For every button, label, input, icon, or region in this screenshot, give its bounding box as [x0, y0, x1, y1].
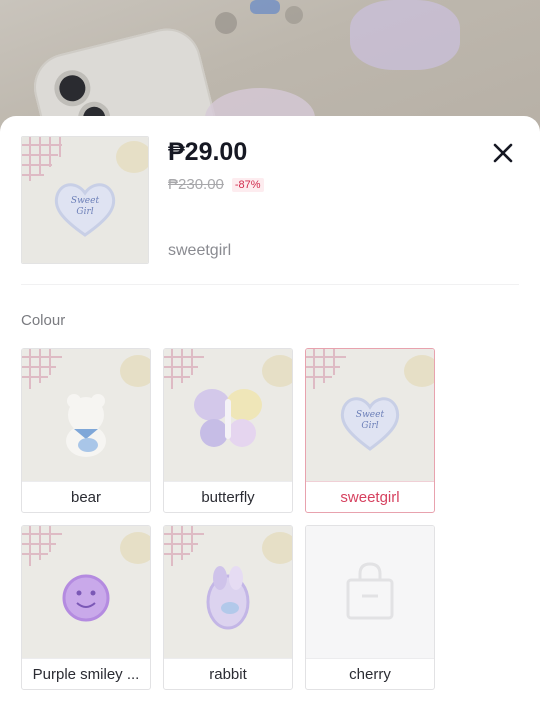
discount-badge: -87% [231, 177, 264, 192]
variant-option-cherry[interactable]: cherry [305, 525, 435, 690]
sale-price: ₱29.00 [168, 138, 248, 166]
variant-option-sweetgirl[interactable]: Sweet Girl sweetgirl [305, 348, 435, 513]
variant-image-butterfly [164, 349, 292, 481]
colour-section-label: Colour [21, 312, 66, 329]
variant-label: Purple smiley ... [22, 658, 150, 689]
original-price: ₱230.00 [168, 176, 224, 193]
variant-label: rabbit [164, 658, 292, 689]
variant-option-bear[interactable]: bear [21, 348, 151, 513]
svg-text:Sweet: Sweet [71, 196, 100, 206]
svg-text:Girl: Girl [361, 421, 378, 431]
svg-text:Girl: Girl [76, 207, 93, 217]
divider [21, 284, 519, 285]
close-icon[interactable] [488, 138, 518, 168]
variant-image-placeholder [306, 526, 434, 658]
shopping-bag-icon [306, 526, 434, 658]
sheet-header: Sweet Girl ₱29.00 ₱230.00 -87% sweetgirl [0, 116, 540, 286]
variant-label: sweetgirl [306, 481, 434, 512]
selected-variant-name: sweetgirl [168, 242, 232, 259]
variant-option-purple-smiley[interactable]: Purple smiley ... [21, 525, 151, 690]
variant-label: cherry [306, 658, 434, 689]
variant-label: butterfly [164, 481, 292, 512]
variant-image-purple-smiley [22, 526, 150, 658]
variant-image-rabbit [164, 526, 292, 658]
variant-option-rabbit[interactable]: rabbit [163, 525, 293, 690]
variant-image-sweetgirl: Sweet Girl [306, 349, 434, 481]
selected-variant-thumbnail: Sweet Girl [21, 136, 149, 264]
price-comparison: ₱230.00 -87% [168, 176, 264, 193]
variant-selector-sheet: Sweet Girl ₱29.00 ₱230.00 -87% sweetgirl… [0, 116, 540, 720]
svg-text:Sweet: Sweet [356, 410, 385, 420]
variant-label: bear [22, 481, 150, 512]
variant-option-butterfly[interactable]: butterfly [163, 348, 293, 513]
variant-image-bear [22, 349, 150, 481]
